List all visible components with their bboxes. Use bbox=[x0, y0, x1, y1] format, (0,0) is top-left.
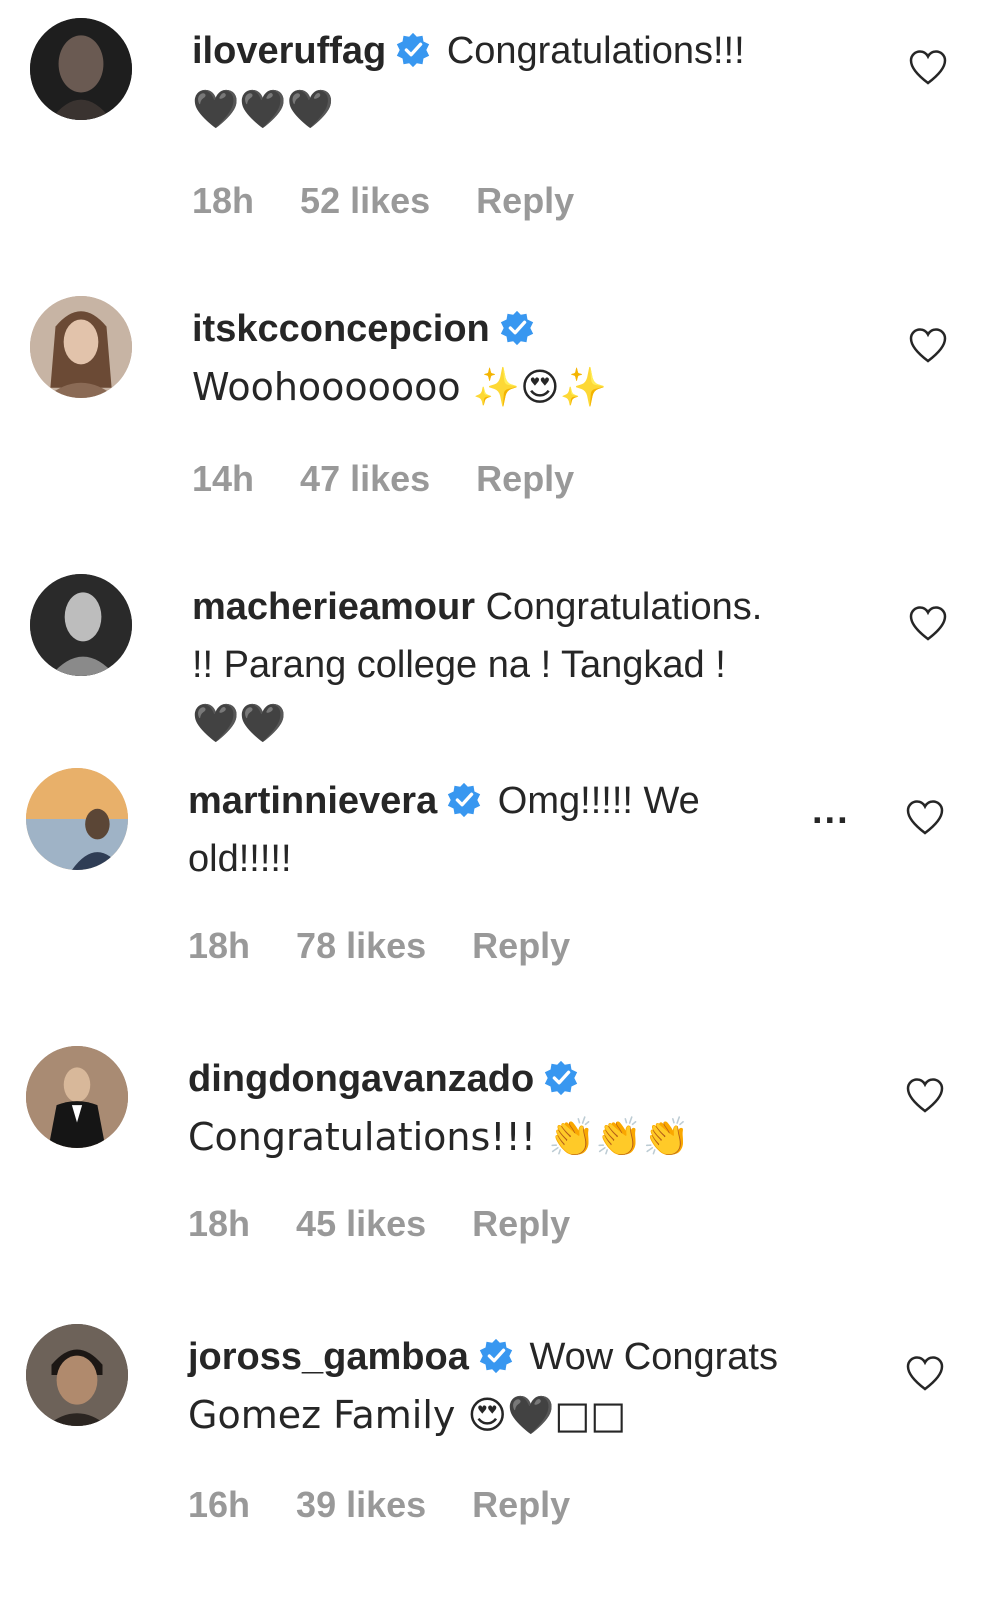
comment-username[interactable]: dingdongavanzado bbox=[188, 1058, 534, 1100]
comment-body: macherieamour Congratulations. !! Parang… bbox=[192, 578, 862, 753]
comment-likes[interactable]: 47 likes bbox=[300, 458, 430, 500]
comment-likes[interactable]: 52 likes bbox=[300, 180, 430, 222]
avatar[interactable] bbox=[30, 18, 132, 120]
comment-text: Congratulations!!! 👏👏👏 bbox=[188, 1115, 691, 1159]
comment-text-line-2: !! Parang college na ! Tangkad ! bbox=[192, 644, 726, 686]
verified-badge-icon bbox=[498, 309, 536, 347]
reply-button[interactable]: Reply bbox=[476, 180, 574, 222]
reply-button[interactable]: Reply bbox=[472, 1484, 570, 1526]
verified-badge-icon bbox=[477, 1337, 515, 1375]
comment-likes[interactable]: 39 likes bbox=[296, 1484, 426, 1526]
comment-text: Woohooooooo ✨😍✨ bbox=[192, 365, 607, 409]
heart-outline-icon[interactable] bbox=[905, 1354, 945, 1394]
comment-meta: 14h 47 likes Reply bbox=[192, 458, 620, 500]
avatar[interactable] bbox=[30, 296, 132, 398]
heart-outline-icon[interactable] bbox=[905, 798, 945, 838]
comment-time: 14h bbox=[192, 458, 255, 499]
comment-text-line-2: Gomez Family 😍🖤□□ bbox=[188, 1393, 627, 1437]
comment-item: macherieamour Congratulations. !! Parang… bbox=[0, 556, 1000, 756]
comment-body: joross_gamboa Wow Congrats Gomez Family … bbox=[188, 1328, 858, 1445]
comment-username[interactable]: macherieamour bbox=[192, 586, 475, 628]
comment-text: Congratulations!!! bbox=[446, 30, 745, 72]
comment-username[interactable]: itskcconcepcion bbox=[192, 308, 490, 350]
avatar[interactable] bbox=[30, 574, 132, 676]
comment-time: 18h bbox=[192, 180, 255, 221]
comment-username[interactable]: iloveruffag bbox=[192, 30, 386, 72]
comment-time: 18h bbox=[188, 925, 251, 966]
comment-username[interactable]: joross_gamboa bbox=[188, 1336, 469, 1378]
comment-item: joross_gamboa Wow Congrats Gomez Family … bbox=[0, 1306, 1000, 1606]
comment-time: 16h bbox=[188, 1484, 251, 1525]
comment-text-line-2: old!!!!! bbox=[188, 838, 292, 880]
verified-badge-icon bbox=[445, 781, 483, 819]
comment-meta: 16h 39 likes Reply bbox=[188, 1484, 616, 1526]
comment-body: iloveruffag Congratulations!!! 🖤🖤🖤 bbox=[192, 22, 862, 139]
heart-outline-icon[interactable] bbox=[908, 326, 948, 366]
comment-text: Omg!!!!! We bbox=[497, 780, 700, 822]
comment-text: Wow Congrats bbox=[529, 1336, 778, 1378]
avatar[interactable] bbox=[26, 1324, 128, 1426]
reply-button[interactable]: Reply bbox=[476, 458, 574, 500]
verified-badge-icon bbox=[394, 31, 432, 69]
comment-item: martinnievera Omg!!!!! We old!!!!! ... 1… bbox=[0, 750, 1000, 1010]
comment-meta: 18h 78 likes Reply bbox=[188, 925, 616, 967]
comment-item: dingdongavanzado Congratulations!!! 👏👏👏 … bbox=[0, 1028, 1000, 1308]
reply-button[interactable]: Reply bbox=[472, 1203, 570, 1245]
comment-text-line-3: 🖤🖤 bbox=[192, 701, 287, 745]
verified-badge-icon bbox=[542, 1059, 580, 1097]
comment-body: martinnievera Omg!!!!! We old!!!!! bbox=[188, 772, 858, 888]
comment-body: dingdongavanzado Congratulations!!! 👏👏👏 bbox=[188, 1050, 858, 1167]
comment-time: 18h bbox=[188, 1203, 251, 1244]
comment-likes[interactable]: 78 likes bbox=[296, 925, 426, 967]
avatar[interactable] bbox=[26, 768, 128, 870]
heart-outline-icon[interactable] bbox=[908, 48, 948, 88]
comment-meta: 18h 45 likes Reply bbox=[188, 1203, 616, 1245]
more-options-icon[interactable]: ... bbox=[812, 790, 850, 833]
heart-outline-icon[interactable] bbox=[908, 604, 948, 644]
comment-likes[interactable]: 45 likes bbox=[296, 1203, 426, 1245]
comment-text-line-2: 🖤🖤🖤 bbox=[192, 87, 334, 131]
comment-meta: 18h 52 likes Reply bbox=[192, 180, 620, 222]
comment-item: iloveruffag Congratulations!!! 🖤🖤🖤 18h 52… bbox=[0, 0, 1000, 280]
heart-outline-icon[interactable] bbox=[905, 1076, 945, 1116]
comment-text: Congratulations. bbox=[485, 586, 763, 628]
comment-username[interactable]: martinnievera bbox=[188, 780, 437, 822]
comment-item: itskcconcepcion Woohooooooo ✨😍✨ 14h 47 li… bbox=[0, 278, 1000, 558]
reply-button[interactable]: Reply bbox=[472, 925, 570, 967]
comment-body: itskcconcepcion Woohooooooo ✨😍✨ bbox=[192, 300, 862, 417]
avatar[interactable] bbox=[26, 1046, 128, 1148]
